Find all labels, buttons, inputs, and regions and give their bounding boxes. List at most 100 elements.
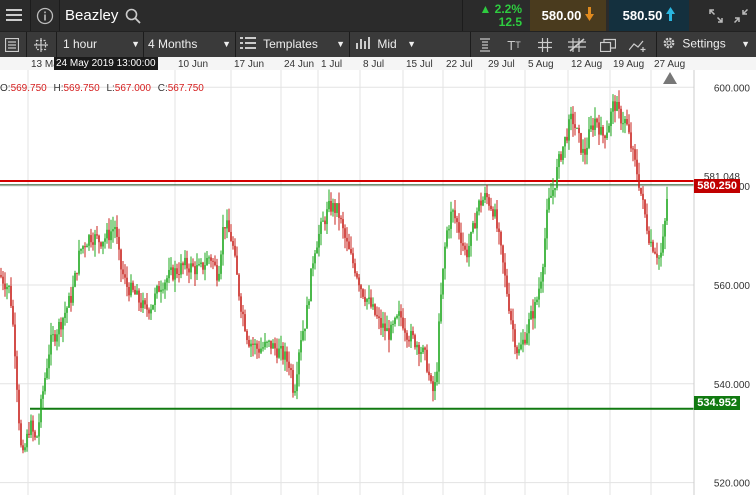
candle-body — [458, 222, 460, 233]
candle-body — [392, 323, 394, 325]
x-tick-label: 17 Jun — [234, 59, 264, 70]
candle-body — [344, 228, 346, 238]
interval-dropdown[interactable]: 1 hour ▼ — [63, 37, 140, 51]
candle-body — [590, 125, 592, 130]
candle-body — [262, 347, 264, 349]
multi-window-icon[interactable] — [597, 35, 619, 55]
chart-grid — [0, 70, 694, 495]
candle-body — [300, 340, 302, 353]
search-icon[interactable] — [124, 7, 142, 25]
chevron-down-icon: ▼ — [131, 39, 140, 49]
buy-button[interactable]: 580.50 — [609, 0, 689, 31]
candle-body — [444, 246, 446, 269]
candle-body — [372, 304, 374, 307]
range-dropdown[interactable]: 4 Months ▼ — [148, 37, 231, 51]
menu-icon[interactable] — [4, 6, 24, 24]
date-range-icon[interactable] — [475, 35, 495, 55]
candle-body — [572, 113, 574, 125]
candle-body — [0, 275, 2, 277]
scroll-to-latest-icon[interactable] — [663, 72, 677, 84]
candle-body — [212, 260, 214, 262]
candle-body — [8, 285, 10, 287]
candle-body — [266, 341, 268, 343]
candle-body — [620, 108, 622, 124]
candle-body — [364, 296, 366, 302]
candle-body — [522, 339, 524, 345]
candle-body — [378, 316, 380, 318]
candle-body — [482, 199, 484, 206]
instrument-name[interactable]: Beazley — [65, 7, 118, 24]
candle-body — [416, 344, 418, 348]
candle-body — [254, 343, 256, 345]
candle-body — [622, 123, 624, 125]
candle-body — [410, 331, 412, 342]
candle-body — [490, 205, 492, 210]
candle-body — [568, 119, 570, 141]
current-price-tag: 580.250 — [694, 179, 740, 193]
candle-body — [86, 245, 88, 248]
candle-body — [124, 274, 126, 278]
candle-body — [60, 321, 62, 330]
candle-body — [290, 368, 292, 371]
candle-body — [628, 124, 630, 133]
candle-body — [50, 334, 52, 355]
candle-body — [646, 214, 648, 231]
info-icon[interactable] — [35, 6, 55, 25]
candle-body — [408, 339, 410, 342]
candle-body — [278, 348, 280, 358]
support-level-tag[interactable]: 534.952 — [694, 396, 740, 410]
candle-body — [352, 253, 354, 264]
candle-body — [172, 267, 174, 280]
y-tick-label: 600.000 — [714, 83, 751, 94]
buy-price: 580.50 — [622, 8, 663, 23]
candle-body — [658, 257, 660, 259]
candle-body — [106, 229, 108, 239]
candle-body — [472, 223, 474, 233]
candle-body — [518, 349, 520, 354]
candle-body — [122, 269, 124, 275]
candle-body — [196, 265, 198, 275]
font-size-icon[interactable]: TT — [503, 35, 525, 55]
candle-body — [508, 293, 510, 312]
candle-body — [456, 218, 458, 223]
add-indicator-icon[interactable] — [626, 35, 650, 55]
candle-body — [356, 273, 358, 278]
candle-body — [160, 289, 162, 292]
interval-value: 1 hour — [63, 37, 98, 51]
candle-body — [504, 262, 506, 276]
candle-body — [484, 193, 486, 200]
candle-body — [286, 351, 288, 362]
candle-body — [434, 382, 436, 392]
price-chart[interactable]: 520.000540.000560.000580.000600.000581.0… — [0, 57, 756, 495]
collapse-icon[interactable] — [731, 6, 751, 26]
expand-icon[interactable] — [706, 6, 726, 26]
candle-body — [228, 220, 230, 232]
down-arrow-icon — [585, 7, 595, 24]
candle-body — [120, 249, 122, 270]
sell-button[interactable]: 580.00 — [530, 0, 606, 31]
candle-body — [62, 318, 64, 330]
candle-body — [514, 329, 516, 348]
candle-body — [220, 254, 222, 274]
candle-body — [26, 433, 28, 448]
candle-body — [224, 227, 226, 229]
grid-icon[interactable] — [535, 35, 555, 55]
price-type-value: Mid — [377, 37, 397, 51]
candle-body — [104, 238, 106, 242]
candle-body — [486, 193, 488, 198]
crosshair-toggle-icon[interactable] — [31, 35, 51, 55]
list-icon[interactable] — [2, 35, 22, 55]
candle-body — [78, 250, 80, 274]
candle-body — [240, 296, 242, 312]
candle-body — [260, 348, 262, 353]
candle-body — [126, 277, 128, 287]
candle-body — [54, 334, 56, 342]
candle-body — [432, 381, 434, 392]
templates-dropdown[interactable]: Templates ▼ — [240, 37, 345, 52]
candle-body — [624, 119, 626, 124]
drawing-tools-icon[interactable] — [565, 35, 589, 55]
candle-body — [656, 253, 658, 258]
price-type-dropdown[interactable]: Mid ▼ — [356, 37, 416, 52]
settings-button[interactable]: Settings ▼ — [662, 36, 754, 53]
candle-body — [428, 371, 430, 376]
